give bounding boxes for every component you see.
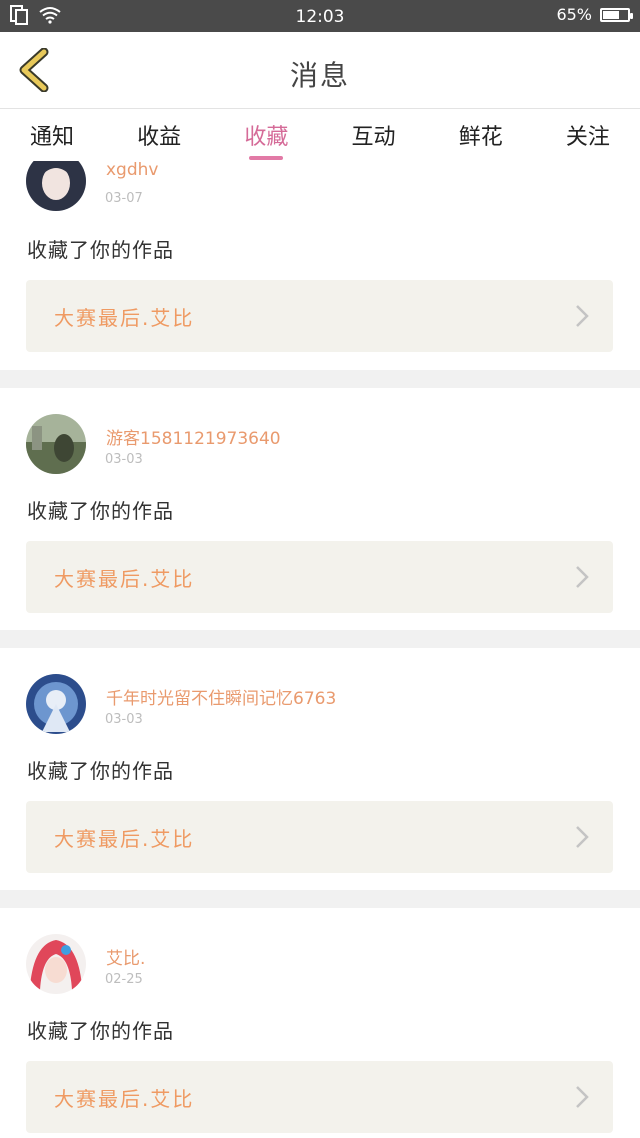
status-time: 12:03: [295, 7, 345, 27]
tab-interactions[interactable]: 互动: [338, 109, 410, 161]
tab-favorites[interactable]: 收藏: [230, 109, 302, 161]
username[interactable]: 艾比.: [106, 944, 145, 969]
work-title: 大赛最后.艾比: [54, 1087, 195, 1111]
chevron-right-icon: [576, 826, 589, 848]
avatar[interactable]: [26, 674, 86, 734]
chevron-right-icon: [576, 305, 589, 327]
action-text: 收藏了你的作品: [27, 238, 174, 262]
date: 03-03: [105, 712, 143, 727]
work-link[interactable]: 大赛最后.艾比: [26, 541, 613, 613]
battery-icon: [600, 7, 633, 22]
work-title: 大赛最后.艾比: [54, 567, 195, 591]
tab-notifications[interactable]: 通知: [16, 109, 88, 161]
username[interactable]: 千年时光留不住瞬间记忆6763: [106, 684, 336, 709]
avatar[interactable]: [26, 414, 86, 474]
tab-bar: 通知 收益 收藏 互动 鲜花 关注: [0, 109, 640, 161]
date: 02-25: [105, 972, 143, 987]
tab-earnings[interactable]: 收益: [123, 109, 195, 161]
date: 03-03: [105, 452, 143, 467]
username[interactable]: 游客1581121973640: [106, 424, 281, 449]
avatar[interactable]: [26, 934, 86, 994]
avatar[interactable]: [26, 161, 86, 211]
action-text: 收藏了你的作品: [27, 759, 174, 783]
work-title: 大赛最后.艾比: [54, 827, 195, 851]
chevron-right-icon: [576, 1086, 589, 1108]
list-item: 艾比. 02-25 收藏了你的作品 大赛最后.艾比: [0, 908, 640, 1138]
work-link[interactable]: 大赛最后.艾比: [26, 280, 613, 352]
tab-following[interactable]: 关注: [552, 109, 624, 161]
tab-flowers[interactable]: 鲜花: [445, 109, 517, 161]
page-title: 消息: [289, 59, 350, 92]
favorites-feed[interactable]: xgdhv 03-07 收藏了你的作品 大赛最后.艾比 游客1581121973…: [0, 161, 640, 1138]
app-header: 消息: [0, 32, 640, 109]
username[interactable]: xgdhv: [106, 161, 158, 180]
date: 03-07: [105, 191, 143, 206]
work-title: 大赛最后.艾比: [54, 306, 195, 330]
action-text: 收藏了你的作品: [27, 499, 174, 523]
battery-percent: 65%: [556, 5, 592, 24]
list-item: 游客1581121973640 03-03 收藏了你的作品 大赛最后.艾比: [0, 388, 640, 630]
work-link[interactable]: 大赛最后.艾比: [26, 1061, 613, 1133]
work-link[interactable]: 大赛最后.艾比: [26, 801, 613, 873]
list-item: 千年时光留不住瞬间记忆6763 03-03 收藏了你的作品 大赛最后.艾比: [0, 648, 640, 890]
status-bar: 12:03 65%: [0, 0, 640, 32]
action-text: 收藏了你的作品: [27, 1019, 174, 1043]
list-item: xgdhv 03-07 收藏了你的作品 大赛最后.艾比: [0, 161, 640, 370]
chevron-right-icon: [576, 566, 589, 588]
